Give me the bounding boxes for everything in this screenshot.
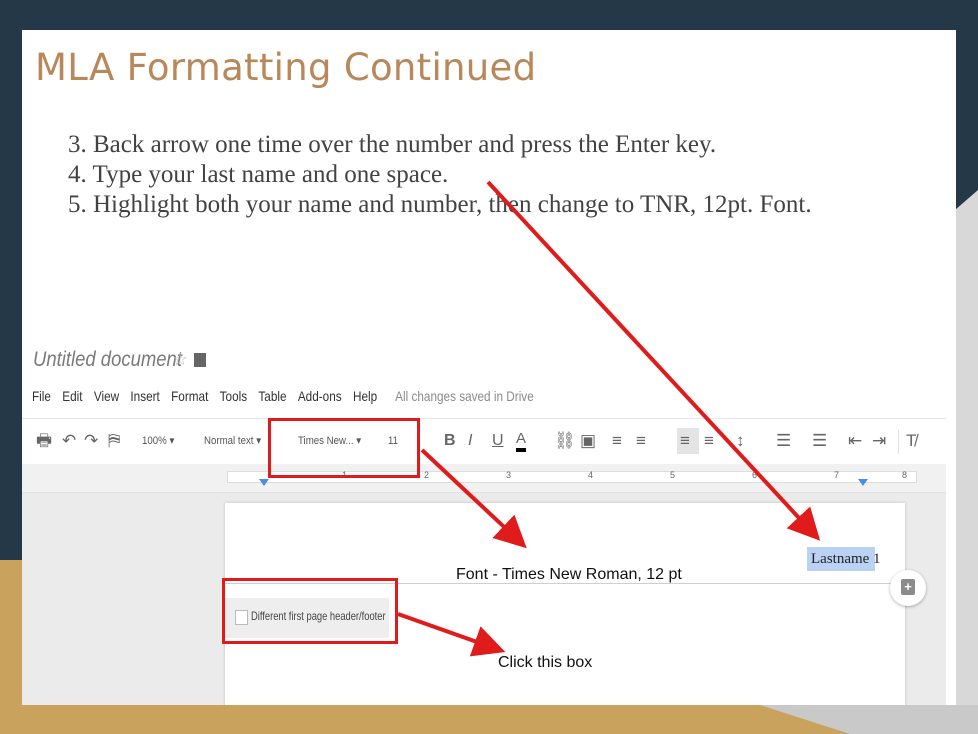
slide: MLA Formatting Continued 3. Back arrow o… (22, 30, 956, 705)
arrow-to-box-note (397, 612, 506, 657)
arrow-to-header (486, 180, 821, 541)
annotation-arrows (397, 180, 821, 657)
arrow-to-font-note (420, 448, 527, 549)
